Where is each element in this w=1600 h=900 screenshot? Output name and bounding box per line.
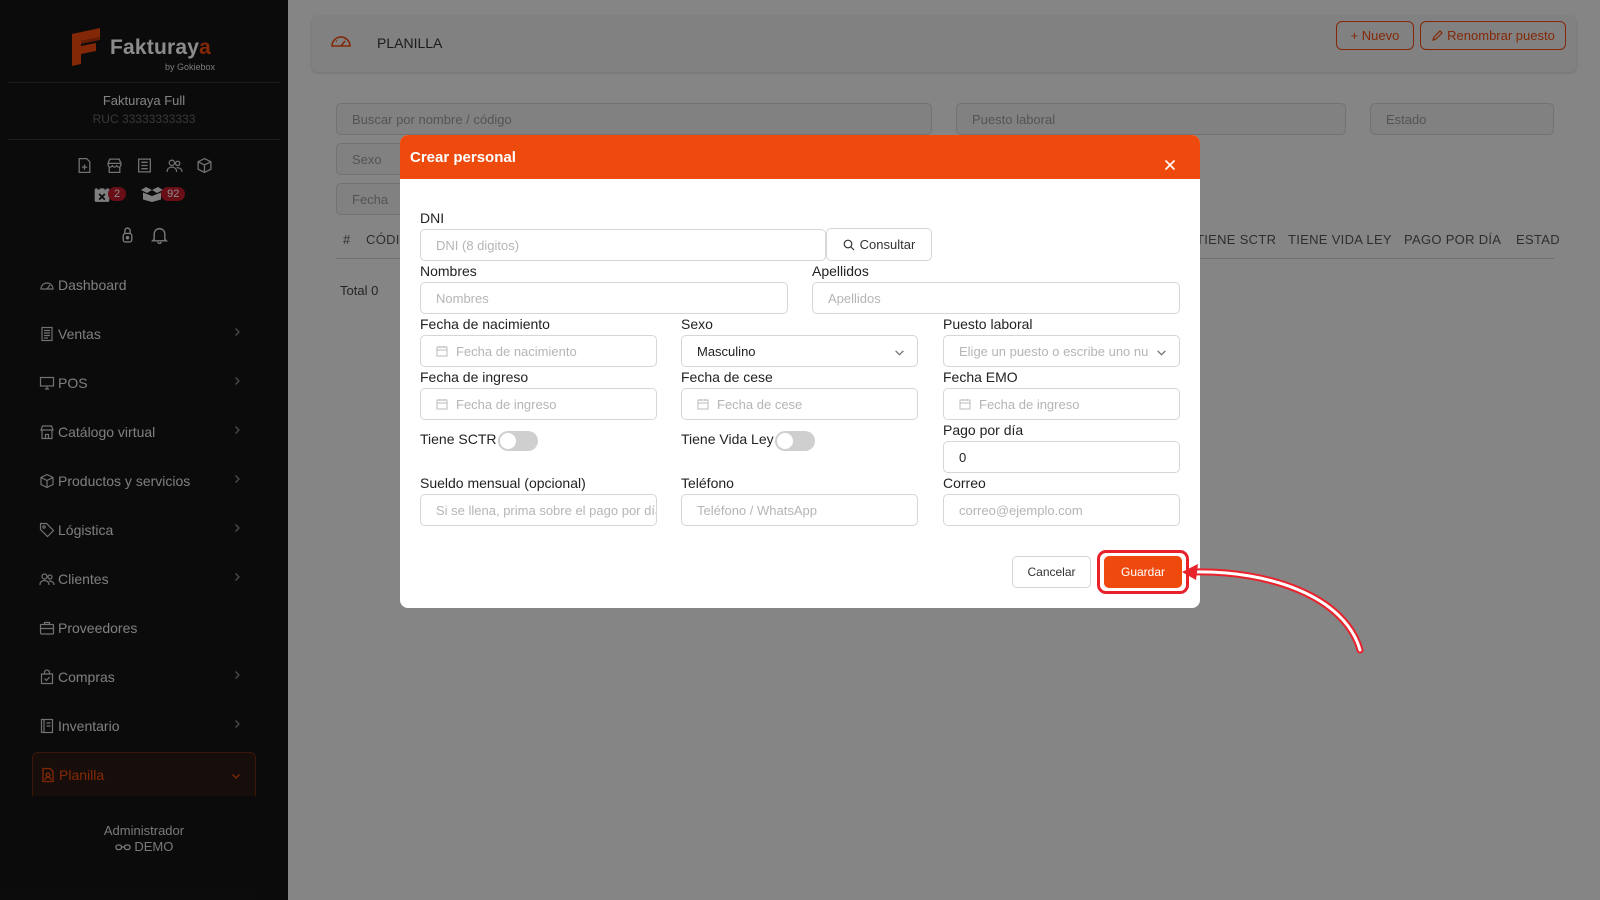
pointer-arrow-annotation (1182, 564, 1364, 654)
position-label: Puesto laboral (943, 316, 1033, 332)
birthdate-input[interactable]: Fecha de nacimiento (420, 335, 657, 367)
search-icon (843, 239, 855, 250)
close-icon[interactable] (1164, 159, 1176, 171)
phone-input[interactable]: Teléfono / WhatsApp (681, 494, 918, 526)
create-staff-modal: Crear personal DNI DNI (8 digitos) Consu… (400, 135, 1200, 608)
hire-date-input[interactable]: Fecha de ingreso (420, 388, 657, 420)
email-input[interactable]: correo@ejemplo.com (943, 494, 1180, 526)
birthdate-label: Fecha de nacimiento (420, 316, 550, 332)
termination-date-input[interactable]: Fecha de cese (681, 388, 918, 420)
cancel-button[interactable]: Cancelar (1012, 556, 1091, 588)
hire-date-placeholder: Fecha de ingreso (456, 396, 557, 412)
sex-value: Masculino (697, 343, 756, 359)
dni-input[interactable]: DNI (8 digitos) (420, 229, 826, 261)
email-label: Correo (943, 475, 986, 491)
consult-button[interactable]: Consultar (826, 228, 932, 261)
sex-label: Sexo (681, 316, 713, 332)
position-placeholder: Elige un puesto o escribe uno nuevo (959, 343, 1149, 359)
calendar-icon (959, 399, 971, 410)
termination-date-label: Fecha de cese (681, 369, 773, 385)
sctr-label: Tiene SCTR (420, 431, 497, 447)
dni-label: DNI (420, 210, 445, 226)
emo-date-placeholder: Fecha de ingreso (979, 396, 1080, 412)
salary-label: Sueldo mensual (opcional) (420, 475, 586, 491)
calendar-icon (697, 399, 709, 410)
modal-title: Crear personal (410, 149, 516, 166)
hire-date-label: Fecha de ingreso (420, 369, 529, 385)
consult-label: Consultar (859, 237, 916, 252)
apellidos-label: Apellidos (812, 263, 869, 279)
sex-select[interactable]: Masculino (681, 335, 918, 367)
salary-input[interactable]: Si se llena, prima sobre el pago por día (420, 494, 657, 526)
save-button[interactable]: Guardar (1104, 556, 1182, 588)
chevron-down-icon (1157, 350, 1166, 356)
calendar-icon (436, 399, 448, 410)
chevron-down-icon (895, 350, 904, 356)
termination-date-placeholder: Fecha de cese (717, 396, 803, 412)
vida-ley-toggle[interactable] (775, 431, 815, 451)
apellidos-input[interactable]: Apellidos (812, 282, 1180, 314)
emo-date-label: Fecha EMO (943, 369, 1018, 385)
birthdate-placeholder: Fecha de nacimiento (456, 343, 577, 359)
nombres-input[interactable]: Nombres (420, 282, 788, 314)
calendar-icon (436, 346, 448, 357)
position-select[interactable]: Elige un puesto o escribe uno nuevo (943, 335, 1180, 367)
phone-label: Teléfono (681, 475, 734, 491)
modal-header: Crear personal (400, 135, 1200, 179)
emo-date-input[interactable]: Fecha de ingreso (943, 388, 1180, 420)
sctr-toggle[interactable] (498, 431, 538, 451)
vida-ley-label: Tiene Vida Ley (681, 431, 774, 447)
daily-pay-input[interactable]: 0 (943, 441, 1180, 473)
nombres-label: Nombres (420, 263, 477, 279)
daily-pay-label: Pago por día (943, 422, 1024, 438)
